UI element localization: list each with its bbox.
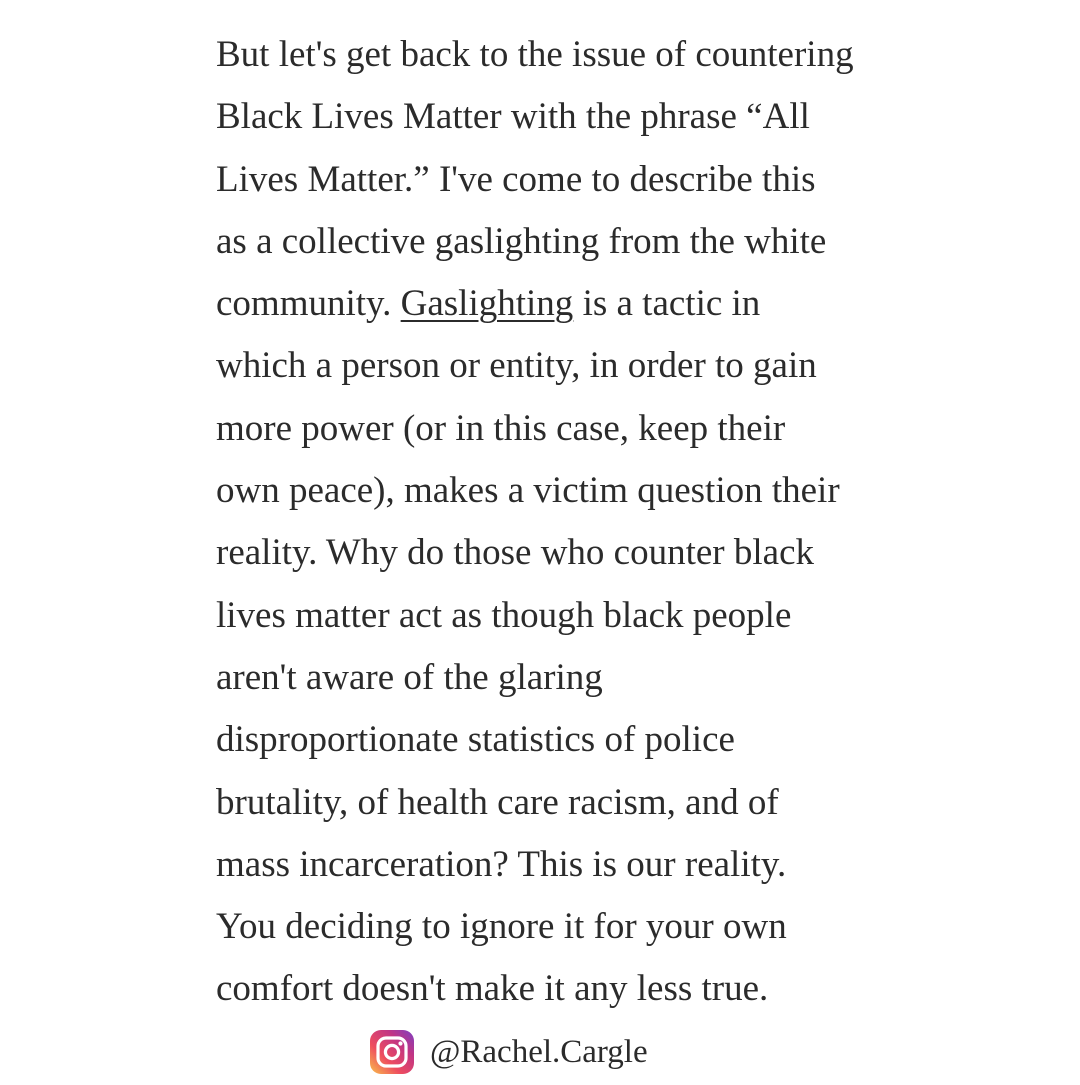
passage-line: brutality, of health care racism, and of — [216, 781, 779, 823]
gaslighting-link[interactable]: Gaslighting — [401, 283, 574, 324]
passage-line: You deciding to ignore it for your own — [216, 906, 787, 948]
instagram-credit: @Rachel.Cargle — [370, 1030, 648, 1074]
passage-line: as a collective gaslighting from the whi… — [216, 220, 827, 262]
passage-text: But let's get back to the issue of count… — [216, 24, 956, 1021]
passage-line-end: is a tactic in — [573, 283, 761, 325]
passage-line: But let's get back to the issue of count… — [216, 34, 854, 75]
passage-line: aren't aware of the glaring — [216, 656, 603, 698]
passage-line: disproportionate statistics of police — [216, 719, 735, 761]
passage-line: Lives Matter.” I've come to describe thi… — [216, 158, 816, 200]
passage-line: more power (or in this case, keep their — [216, 407, 786, 449]
passage-line: community. Gaslighting is a tactic in — [216, 273, 956, 335]
passage-line: own peace), makes a victim question thei… — [216, 470, 840, 512]
instagram-handle[interactable]: @Rachel.Cargle — [430, 1030, 648, 1074]
passage-line: which a person or entity, in order to ga… — [216, 345, 817, 387]
passage-line: mass incarceration? This is our reality. — [216, 843, 787, 885]
passage-line-start: community. — [216, 283, 401, 325]
instagram-icon — [370, 1030, 414, 1074]
passage-line: comfort doesn't make it any less true. — [216, 968, 769, 1010]
passage-line: lives matter act as though black people — [216, 594, 792, 636]
passage-line: reality. Why do those who counter black — [216, 532, 814, 574]
passage-line: Black Lives Matter with the phrase “All — [216, 96, 810, 138]
